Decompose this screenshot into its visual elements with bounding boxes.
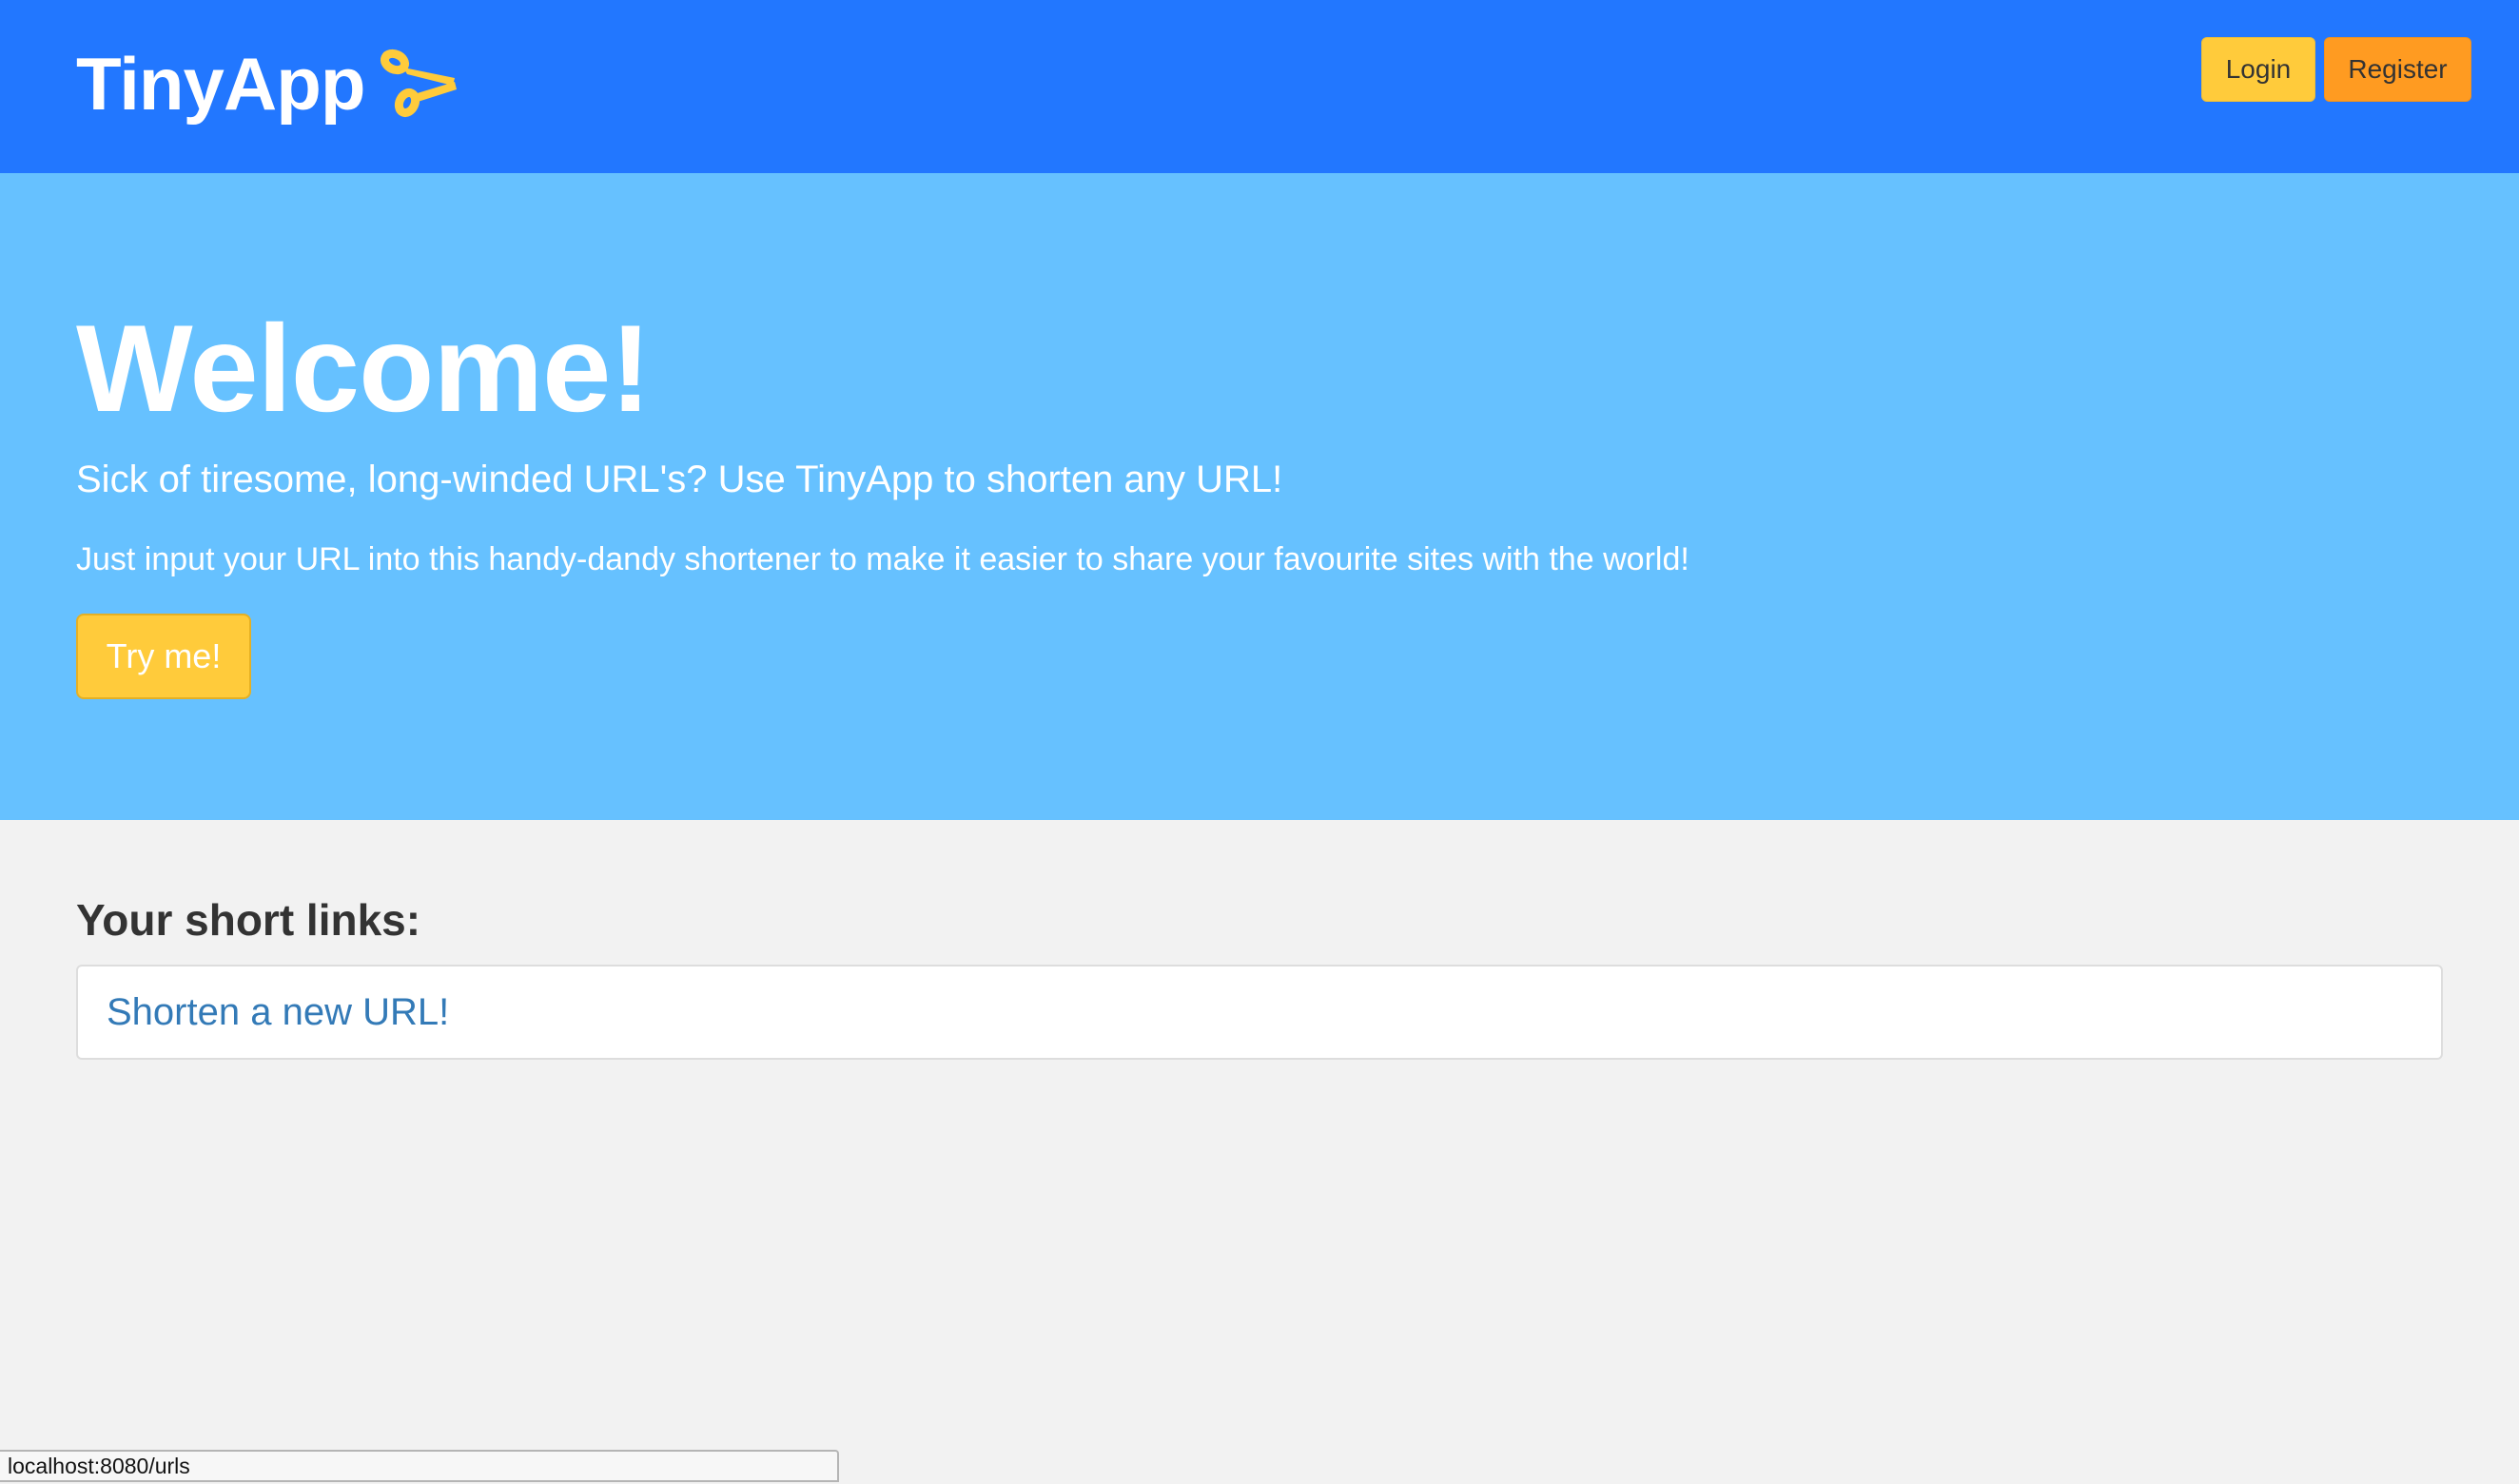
navbar: TinyApp Login Register — [0, 0, 2519, 173]
brand-name: TinyApp — [76, 42, 366, 126]
short-links-panel: Shorten a new URL! — [76, 965, 2443, 1060]
register-button[interactable]: Register — [2324, 37, 2471, 102]
login-button[interactable]: Login — [2201, 37, 2315, 102]
shorten-new-url-link[interactable]: Shorten a new URL! — [107, 991, 449, 1033]
hero-title: Welcome! — [76, 299, 652, 438]
browser-status-bar: localhost:8080/urls — [0, 1450, 839, 1482]
short-links-heading: Your short links: — [76, 895, 421, 945]
hero-description: Just input your URL into this handy-dand… — [76, 541, 1689, 577]
hero-jumbotron: Welcome! Sick of tiresome, long-winded U… — [0, 173, 2519, 820]
scissors-icon — [380, 49, 457, 118]
brand-link[interactable]: TinyApp — [76, 36, 460, 131]
try-me-button[interactable]: Try me! — [76, 614, 251, 699]
hero-subtitle: Sick of tiresome, long-winded URL's? Use… — [76, 459, 1283, 500]
